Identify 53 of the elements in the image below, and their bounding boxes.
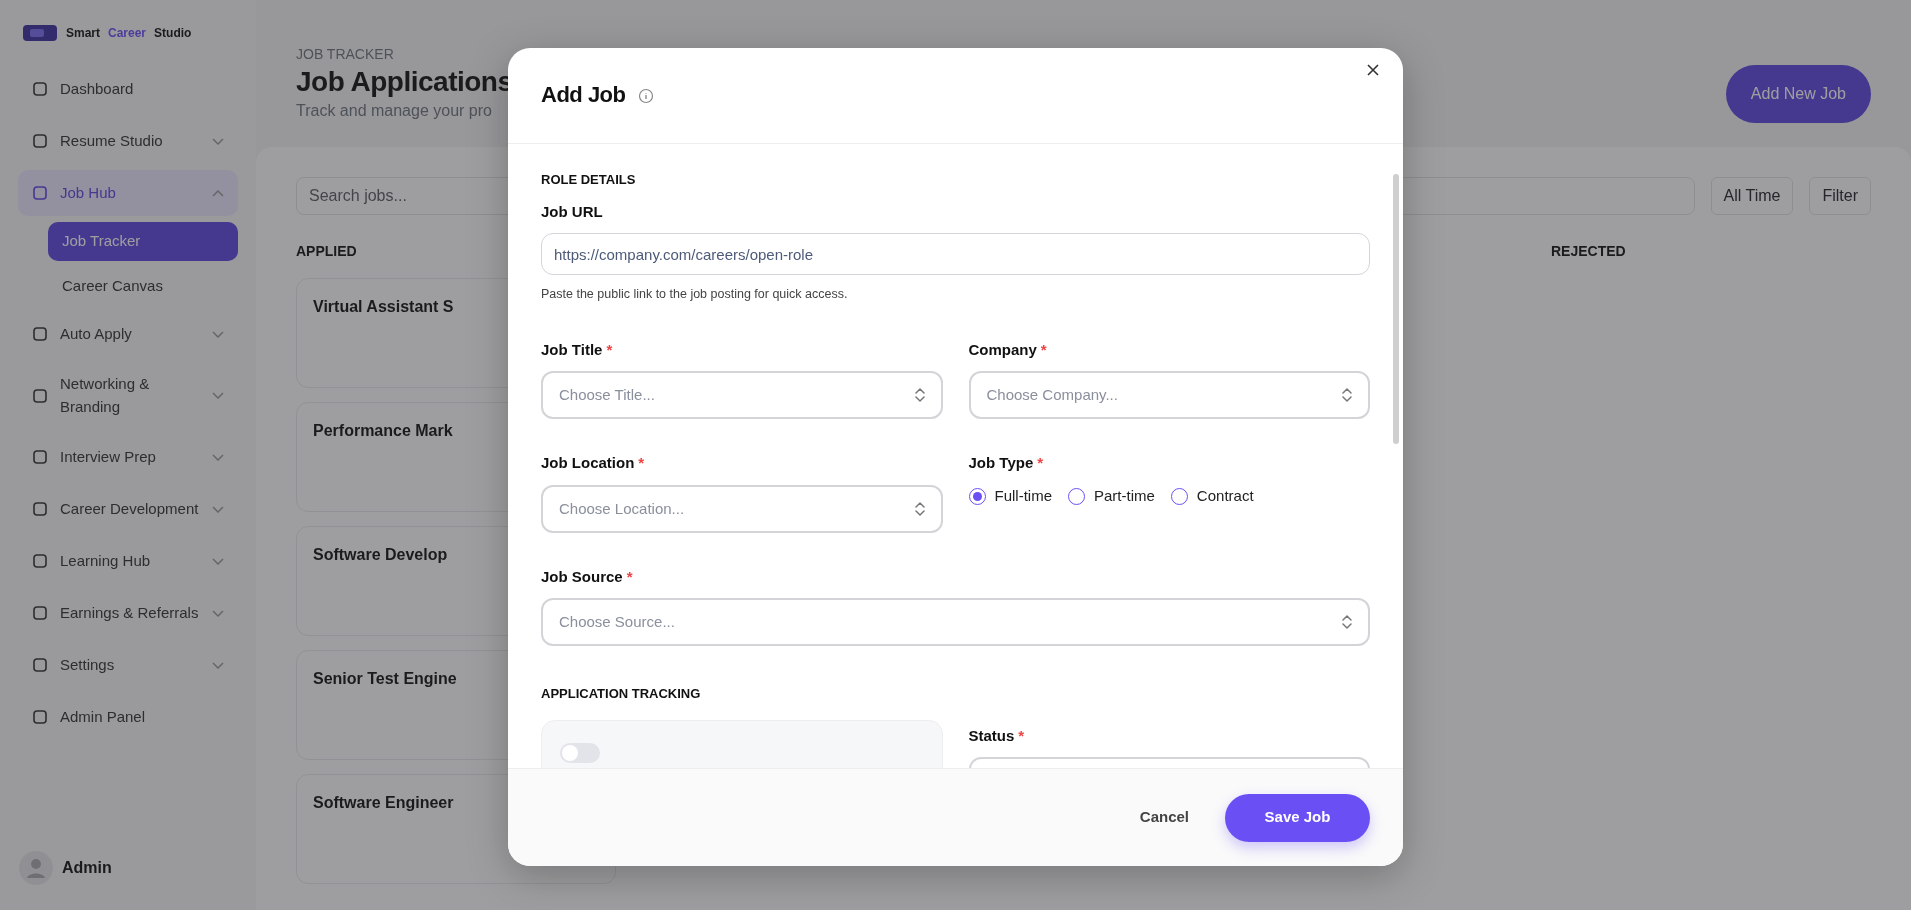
add-job-button[interactable]: Add New Job <box>1725 65 1871 123</box>
job-title: Senior Test Engine <box>313 669 457 689</box>
sidebar-item[interactable]: Dashboard <box>18 66 238 112</box>
sidebar-item[interactable]: Admin Panel <box>18 694 238 740</box>
sidebar-subitem[interactable]: Job Tracker <box>48 222 238 261</box>
sidebar-item[interactable]: Learning Hub <box>18 538 238 584</box>
job-title: Virtual Assistant S <box>313 297 454 317</box>
sidebar-item[interactable]: Earnings & Referrals <box>18 590 238 636</box>
radio-option[interactable]: Full-time <box>968 484 1052 508</box>
field-label: Status <box>968 726 1015 744</box>
required-mark: * <box>1040 340 1047 358</box>
sidebar-item[interactable]: Career Development <box>18 486 238 532</box>
field-label: Job URL <box>541 202 603 220</box>
page-subtitle: Track and manage your pro <box>296 100 493 121</box>
radio-option[interactable]: Contract <box>1170 484 1254 508</box>
time-filter-dropdown[interactable]: All Time <box>1710 177 1794 215</box>
required-mark: * <box>638 454 645 472</box>
url-field[interactable]: https://company.com/careers/open-role <box>541 233 1370 275</box>
job-title: Performance Mark <box>313 421 453 441</box>
select-field[interactable]: Choose Location... <box>541 484 943 533</box>
field-label: Job Title <box>541 340 603 358</box>
sidebar-item[interactable]: Job Hub <box>18 170 238 216</box>
sidebar-item[interactable]: Auto Apply <box>18 311 238 357</box>
sidebar-subitem[interactable]: Career Canvas <box>48 266 238 305</box>
filter-dropdown[interactable]: Filter <box>1809 177 1871 215</box>
radio-option[interactable]: Part-time <box>1068 484 1155 508</box>
required-mark: * <box>1037 454 1044 472</box>
job-title: Software Engineer <box>313 793 454 813</box>
sidebar-item[interactable]: Networking & Branding <box>18 363 238 428</box>
column-title: APPLIED <box>296 242 357 261</box>
brand-word: Smart <box>66 25 100 42</box>
dialog-title: Add Job <box>541 82 626 109</box>
sidebar-item[interactable]: Resume Studio <box>18 118 238 164</box>
field-label: Company <box>968 340 1037 358</box>
select-field[interactable]: Choose Title... <box>541 371 943 420</box>
job-title: Software Develop <box>313 545 448 565</box>
field-label: Job Type <box>968 454 1034 472</box>
save-button[interactable]: Save Job <box>1225 793 1370 842</box>
required-mark: * <box>1018 726 1025 744</box>
sidebar-item[interactable]: Interview Prep <box>18 434 238 480</box>
column-title: REJECTED <box>1551 242 1626 261</box>
sidebar-item[interactable]: Settings <box>18 642 238 688</box>
page-title: Job Applications <box>296 65 513 99</box>
required-mark: * <box>626 567 633 585</box>
user-name: Admin <box>62 858 112 878</box>
brand-word: Studio <box>154 25 192 42</box>
brand-word: Career <box>108 25 147 42</box>
breadcrumb-text: JOB TRACKER <box>296 45 395 64</box>
select-field[interactable]: Choose Source... <box>541 598 1370 647</box>
cancel-button[interactable]: Cancel <box>1133 805 1195 830</box>
required-mark: * <box>606 340 613 358</box>
section-heading: ROLE DETAILS <box>541 171 637 189</box>
select-field[interactable]: Choose Company... <box>968 371 1370 420</box>
